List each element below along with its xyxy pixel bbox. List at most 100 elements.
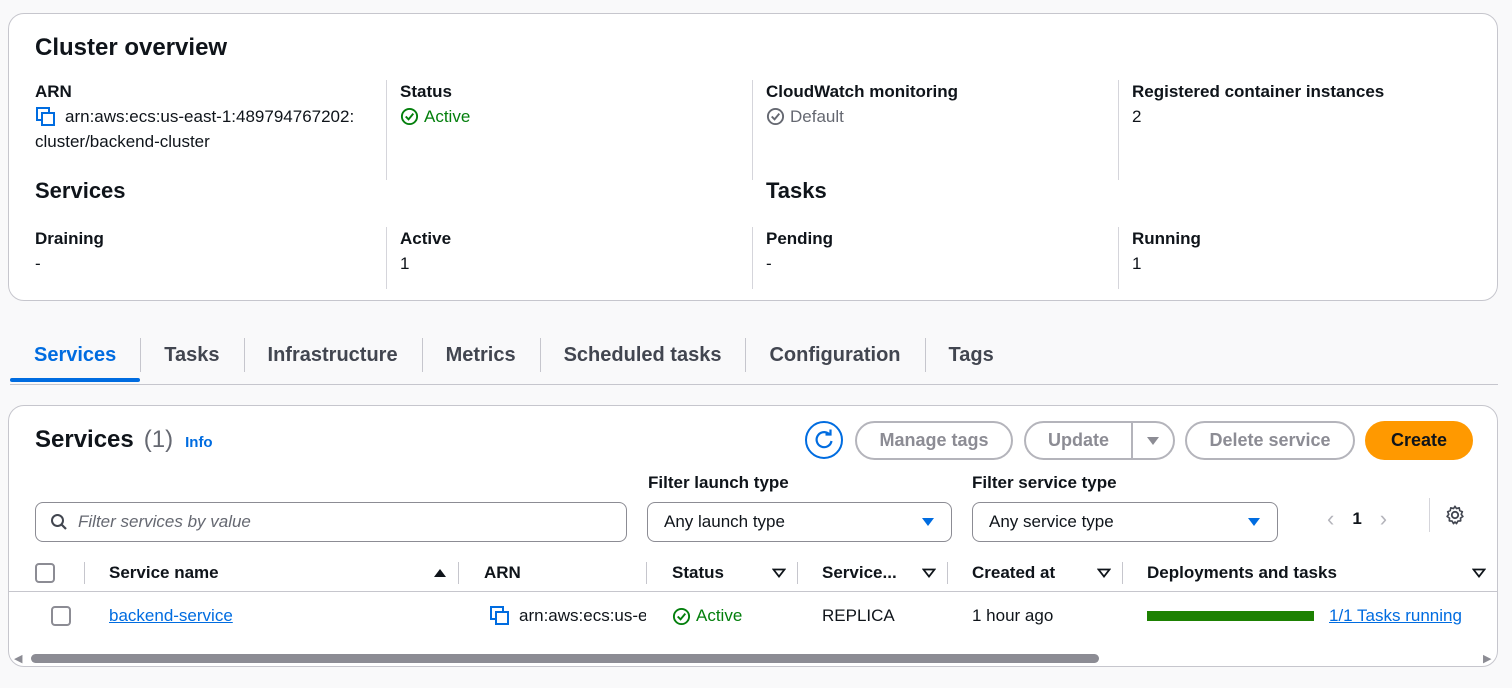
column-deployments[interactable]: Deployments and tasks <box>1147 554 1497 592</box>
pending-label: Pending <box>766 229 834 248</box>
tasks-section-title: Tasks <box>766 178 827 203</box>
update-button[interactable]: Update <box>1026 423 1133 458</box>
pagination: ‹ 1 › <box>1327 506 1387 532</box>
tasks-running-link[interactable]: 1/1 Tasks running <box>1329 606 1462 626</box>
tab-scheduled-tasks[interactable]: Scheduled tasks <box>539 338 746 374</box>
services-count: (1) <box>143 426 174 453</box>
filter-service-label: Filter service type <box>972 473 1117 492</box>
column-service-name-label: Service name <box>109 563 219 582</box>
active-services-label: Active <box>400 229 452 248</box>
column-service-type[interactable]: Service... <box>822 554 948 592</box>
sort-ascending-icon <box>434 569 446 577</box>
draining-label: Draining <box>35 229 104 248</box>
horizontal-scrollbar[interactable]: ◀ ▶ <box>9 649 1497 666</box>
draining-value: - <box>35 254 41 273</box>
tab-tasks[interactable]: Tasks <box>140 338 243 374</box>
search-input[interactable] <box>78 512 598 532</box>
cloudwatch-column: CloudWatch monitoring Default <box>766 80 1119 180</box>
cluster-overview-title: Cluster overview <box>35 34 228 61</box>
status-value: Active <box>400 104 742 129</box>
launch-type-select[interactable]: Any launch type <box>647 502 952 542</box>
create-button[interactable]: Create <box>1365 421 1473 460</box>
arn-value-line1: arn:aws:ecs:us-east-1:489794767202: <box>65 107 355 126</box>
row-select-cell <box>51 593 71 639</box>
instances-label: Registered container instances <box>1132 82 1385 101</box>
arn-value-line2: cluster/backend-cluster <box>35 132 210 151</box>
check-circle-icon <box>400 107 419 126</box>
scroll-left-icon[interactable]: ◀ <box>14 652 22 665</box>
search-icon <box>51 514 67 530</box>
check-circle-icon <box>672 607 691 625</box>
caret-down-icon <box>1248 518 1260 526</box>
copy-icon[interactable] <box>35 106 57 128</box>
column-arn[interactable]: ARN <box>484 554 647 592</box>
delete-service-button[interactable]: Delete service <box>1185 421 1355 460</box>
table-row: backend-service arn:aws:ecs:us-e Active … <box>9 593 1497 639</box>
services-title: Services <box>35 426 134 453</box>
column-arn-label: ARN <box>484 563 521 582</box>
cloudwatch-label: CloudWatch monitoring <box>766 82 959 101</box>
check-circle-icon <box>766 107 785 126</box>
running-value: 1 <box>1132 254 1142 273</box>
service-type-value: Any service type <box>989 512 1114 531</box>
update-dropdown-button[interactable] <box>1133 423 1173 458</box>
tab-services[interactable]: Services <box>10 338 141 382</box>
arn-cell-text: arn:aws:ecs:us-e <box>519 606 646 625</box>
services-card: Services (1) Info Manage tags Update Del… <box>8 405 1498 667</box>
status-cell-text: Active <box>696 606 743 625</box>
service-name-link[interactable]: backend-service <box>109 606 233 626</box>
select-all-checkbox[interactable] <box>35 563 55 583</box>
column-service-type-label: Service... <box>822 563 897 582</box>
tab-infrastructure[interactable]: Infrastructure <box>243 338 422 374</box>
tasks-progress-bar <box>1147 611 1314 621</box>
service-name-cell: backend-service <box>109 593 233 639</box>
tab-tags[interactable]: Tags <box>924 338 1018 374</box>
column-status-label: Status <box>672 563 724 582</box>
status-value-text: Active <box>424 107 471 126</box>
service-type-select[interactable]: Any service type <box>972 502 1278 542</box>
info-link[interactable]: Info <box>185 434 213 451</box>
draining-column: Draining - <box>35 227 387 289</box>
current-page[interactable]: 1 <box>1352 509 1361 529</box>
manage-tags-button[interactable]: Manage tags <box>855 421 1013 460</box>
created-at-cell: 1 hour ago <box>972 606 1054 625</box>
caret-down-icon <box>1147 436 1159 445</box>
chevron-right-icon[interactable]: › <box>1380 506 1387 532</box>
chevron-left-icon[interactable]: ‹ <box>1327 506 1334 532</box>
active-services-value: 1 <box>400 254 410 273</box>
scroll-right-icon[interactable]: ▶ <box>1483 652 1491 665</box>
pending-column: Pending - <box>766 227 1119 289</box>
arn-label: ARN <box>35 82 72 101</box>
cloudwatch-value: Default <box>766 104 1108 129</box>
cluster-tabs: Services Tasks Infrastructure Metrics Sc… <box>10 338 1498 385</box>
copy-icon[interactable] <box>489 605 511 627</box>
refresh-button[interactable] <box>805 421 843 459</box>
caret-down-outline-icon <box>772 568 786 578</box>
scrollbar-thumb[interactable] <box>31 654 1099 663</box>
column-created-at[interactable]: Created at <box>972 554 1123 592</box>
caret-down-outline-icon <box>922 568 936 578</box>
refresh-icon <box>815 429 833 449</box>
column-deployments-label: Deployments and tasks <box>1147 563 1337 582</box>
select-all-header <box>35 554 85 592</box>
column-service-name[interactable]: Service name <box>109 554 459 592</box>
update-split-button: Update <box>1024 421 1175 460</box>
services-heading: Services (1) Info <box>35 426 213 454</box>
launch-type-value: Any launch type <box>664 512 785 531</box>
instances-column: Registered container instances 2 <box>1132 80 1472 129</box>
caret-down-outline-icon <box>1097 568 1111 578</box>
status-label: Status <box>400 82 452 101</box>
active-services-column: Active 1 <box>400 227 753 289</box>
status-cell: Active <box>672 593 742 639</box>
running-column: Running 1 <box>1132 227 1472 276</box>
arn-value: arn:aws:ecs:us-east-1:489794767202: <box>35 104 376 129</box>
table-header: Service name ARN Status Service... Creat… <box>9 554 1497 592</box>
filter-launch-label: Filter launch type <box>648 473 789 492</box>
tab-configuration[interactable]: Configuration <box>745 338 924 374</box>
column-status[interactable]: Status <box>672 554 798 592</box>
gear-icon[interactable] <box>1444 504 1466 526</box>
row-checkbox[interactable] <box>51 606 71 626</box>
tab-metrics[interactable]: Metrics <box>421 338 540 374</box>
status-column: Status Active <box>400 80 753 180</box>
cluster-overview-card: Cluster overview ARN arn:aws:ecs:us-east… <box>8 13 1498 301</box>
